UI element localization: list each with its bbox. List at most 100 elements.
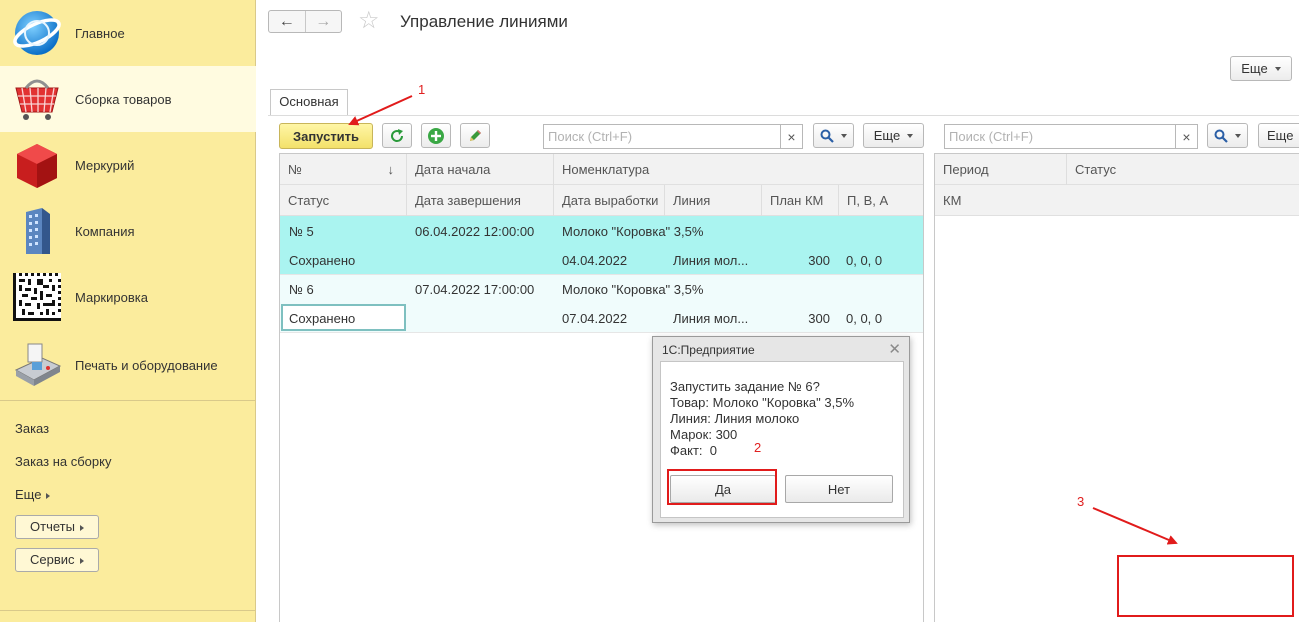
magnifier-icon [820, 129, 834, 143]
forward-arrow-icon[interactable]: → [306, 11, 342, 32]
section-mercury[interactable]: Меркурий [0, 132, 256, 198]
red-cube-icon [12, 140, 62, 190]
cell-status: Сохранено [289, 311, 356, 326]
header-more-label: Еще [1241, 61, 1268, 76]
nav-link-more[interactable]: Еще [15, 487, 51, 502]
toolbar-more-label: Еще [873, 128, 901, 143]
header-more-button[interactable]: Еще [1230, 56, 1292, 81]
right-search-input[interactable] [944, 124, 1176, 149]
column-header-period[interactable]: Период [935, 154, 1067, 185]
reports-button[interactable]: Отчеты [15, 515, 99, 539]
reports-button-label: Отчеты [30, 519, 75, 534]
tab-main[interactable]: Основная [270, 89, 348, 115]
history-nav: ← → [268, 10, 342, 33]
dialog-fact: Факт: 0 [670, 443, 717, 458]
cell-pva: 0, 0, 0 [846, 253, 883, 268]
pencil-icon [470, 129, 481, 141]
shopping-basket-icon [12, 74, 62, 124]
favorite-star-icon[interactable]: ☆ [358, 8, 380, 34]
column-header-status[interactable]: Статус [280, 185, 407, 216]
dialog-title: 1С:Предприятие [662, 343, 755, 357]
tab-divider [268, 115, 1299, 116]
column-header-plan-km[interactable]: План КМ [762, 185, 839, 216]
column-header-km[interactable]: КМ [935, 185, 1299, 216]
column-header-status[interactable]: Статус [1067, 154, 1299, 185]
column-header-line[interactable]: Линия [665, 185, 762, 216]
nav-link-assembly-order[interactable]: Заказ на сборку [15, 454, 111, 469]
page-title: Управление линиями [400, 12, 568, 31]
table-row[interactable]: № 5 06.04.2022 12:00:00 Молоко "Коровка"… [280, 216, 923, 274]
launch-button[interactable]: Запустить [279, 123, 373, 149]
office-building-icon [12, 206, 62, 256]
cell-production-date: 04.04.2022 [562, 253, 628, 268]
highlight-box-yes-button [667, 469, 777, 505]
close-icon[interactable]: ✕ [888, 340, 901, 358]
cell-line: Линия мол... [673, 253, 749, 268]
section-label: Компания [75, 223, 135, 239]
datamatrix-code-icon [12, 272, 62, 322]
cell-number: № 5 [289, 224, 314, 239]
column-header-start-date[interactable]: Дата начала [407, 154, 554, 185]
toolbar-more-button[interactable]: Еще [863, 123, 924, 148]
dialog-line: Линия: Линия молоко [670, 411, 800, 426]
sidebar-divider [0, 400, 256, 401]
clear-search-icon[interactable]: × [781, 124, 803, 149]
cell-line: Линия мол... [673, 311, 749, 326]
section-label: Главное [75, 25, 125, 41]
sidebar-divider [0, 610, 256, 611]
marks-table: Период Статус КМ [934, 153, 1299, 622]
chevron-right-icon [79, 557, 84, 564]
section-label: Маркировка [75, 289, 148, 305]
section-printing-equipment[interactable]: Печать и оборудование [0, 332, 256, 398]
chevron-down-icon [1235, 133, 1241, 138]
table-header-row: Период Статус [935, 154, 1299, 185]
globe-logo-icon [12, 8, 62, 58]
cell-production-date: 07.04.2022 [562, 311, 628, 326]
chevron-right-icon [79, 524, 84, 531]
table-header-row: Статус Дата завершения Дата выработки Ли… [280, 185, 923, 216]
column-header-production-date[interactable]: Дата выработки [554, 185, 665, 216]
nav-link-more-label: Еще [15, 487, 42, 502]
section-marking[interactable]: Маркировка [0, 264, 256, 330]
chevron-right-icon [46, 492, 51, 499]
search-input[interactable] [543, 124, 781, 149]
no-button[interactable]: Нет [785, 475, 893, 503]
cell-plan-km: 300 [808, 311, 830, 326]
highlight-box-empty-area [1117, 555, 1294, 617]
right-more-button[interactable]: Еще [1258, 123, 1299, 148]
search-button[interactable] [813, 123, 854, 148]
cell-status: Сохранено [289, 253, 356, 268]
chevron-down-icon [1274, 66, 1281, 71]
refresh-button[interactable] [382, 123, 412, 148]
column-header-nomenclature[interactable]: Номенклатура [554, 154, 923, 185]
chevron-down-icon [841, 133, 847, 138]
cell-plan-km: 300 [808, 253, 830, 268]
column-header-number[interactable]: № ↓ [280, 154, 407, 185]
right-clear-search-icon[interactable]: × [1176, 124, 1198, 149]
add-button[interactable] [421, 123, 451, 148]
edit-button[interactable] [460, 123, 490, 148]
sidebar: Главное Сборка товаров Меркурий Компания… [0, 0, 256, 622]
column-header-label: № [288, 162, 302, 177]
dialog-product: Товар: Молоко "Коровка" 3,5% [670, 395, 854, 410]
section-company[interactable]: Компания [0, 198, 256, 264]
service-button[interactable]: Сервис [15, 548, 99, 572]
section-main[interactable]: Главное [0, 0, 256, 66]
section-goods-assembly[interactable]: Сборка товаров [0, 66, 256, 132]
chevron-down-icon [907, 133, 914, 138]
back-arrow-icon[interactable]: ← [269, 11, 306, 32]
right-search-button[interactable] [1207, 123, 1248, 148]
annotation-number-3: 3 [1077, 494, 1085, 509]
table-row[interactable]: № 6 07.04.2022 17:00:00 Молоко "Коровка"… [280, 275, 923, 333]
cell-start-date: 06.04.2022 12:00:00 [415, 224, 535, 239]
dialog-question: Запустить задание № 6? [670, 379, 820, 394]
cell-start-date: 07.04.2022 17:00:00 [415, 282, 535, 297]
annotation-number-2: 2 [754, 440, 762, 455]
add-circle-icon [428, 127, 444, 144]
annotation-number-1: 1 [418, 82, 426, 97]
column-header-pva[interactable]: П, В, А [839, 185, 923, 216]
nav-link-order[interactable]: Заказ [15, 421, 49, 436]
column-header-end-date[interactable]: Дата завершения [407, 185, 554, 216]
cell-product: Молоко "Коровка" 3,5% [562, 282, 704, 297]
section-label: Меркурий [75, 157, 135, 173]
